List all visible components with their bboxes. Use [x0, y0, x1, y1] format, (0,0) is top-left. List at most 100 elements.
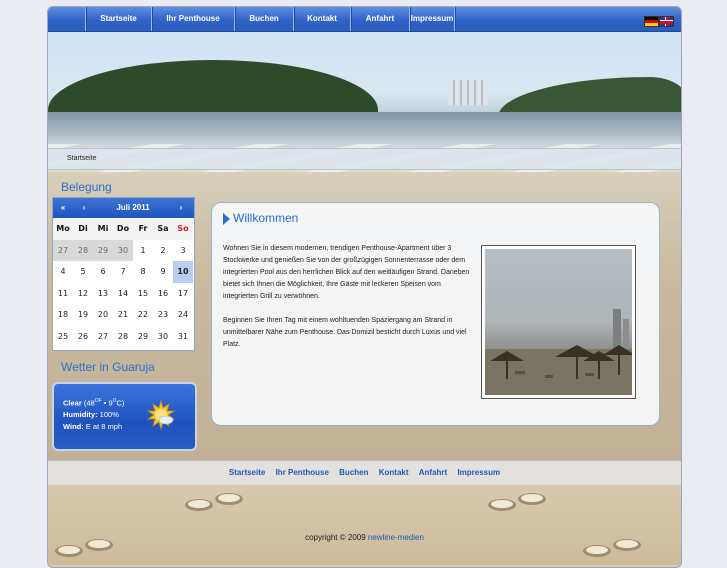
beach-photo-image — [485, 249, 632, 395]
calendar-day[interactable]: 29 — [133, 325, 153, 348]
calendar-month-title: Juli 2011 — [116, 203, 150, 212]
calendar-day[interactable]: 27 — [93, 325, 113, 348]
calendar-day[interactable]: 15 — [133, 282, 153, 305]
calendar-day[interactable]: 29 — [93, 239, 113, 262]
weekday-header: Fr — [133, 218, 153, 240]
calendar-header: « ‹ Juli 2011 › — [53, 198, 194, 218]
calendar-day[interactable]: 9 — [153, 261, 173, 283]
hill-shape — [48, 60, 378, 120]
booking-heading: Belegung — [61, 180, 112, 194]
weekday-header: Di — [73, 218, 93, 240]
beach-photo — [481, 245, 636, 399]
page-frame: Startseite Ihr Penthouse Buchen Kontakt … — [47, 6, 682, 568]
calendar-day[interactable]: 31 — [173, 325, 193, 348]
footprint-icon — [185, 493, 243, 511]
footer-link-buchen[interactable]: Buchen — [339, 468, 368, 477]
nav-ihr-penthouse[interactable]: Ihr Penthouse — [152, 7, 234, 31]
copyright-link[interactable]: newline-medien — [368, 533, 424, 542]
content-panel: Willkommen Wohnen Sie in diesem modernen… — [211, 202, 660, 426]
calendar-day[interactable]: 8 — [133, 261, 153, 283]
unit-f: OF — [94, 398, 102, 404]
booking-calendar: « ‹ Juli 2011 › Mo Di Mi Do Fr Sa So 27 28 29 30 1 2… — [52, 197, 195, 351]
nav-kontakt[interactable]: Kontakt — [294, 7, 350, 31]
weekday-header: Mo — [53, 218, 73, 240]
calendar-grid: Mo Di Mi Do Fr Sa So 27 28 29 30 1 2 3 4 5 6 7 8 9 10 11 12 13 1… — [53, 218, 194, 348]
nav-buchen[interactable]: Buchen — [235, 7, 293, 31]
weather-condition: Clear (48OF • 9OC) — [63, 398, 124, 408]
calendar-day[interactable]: 4 — [53, 261, 73, 283]
weather-temp-mid: • 9 — [101, 398, 113, 408]
weather-wind: Wind: E at 8 mph — [63, 422, 122, 431]
wind-label: Wind: — [63, 422, 84, 431]
weekday-header: So — [173, 218, 193, 240]
weekday-header: Mi — [93, 218, 113, 240]
calendar-day[interactable]: 21 — [113, 304, 133, 326]
german-flag-icon[interactable] — [644, 16, 659, 27]
footer-nav: Startseite Ihr Penthouse Buchen Kontakt … — [48, 460, 681, 485]
calendar-day[interactable]: 7 — [113, 261, 133, 283]
calendar-day[interactable]: 1 — [133, 239, 153, 262]
calendar-day[interactable]: 19 — [73, 304, 93, 326]
buildings-shape — [448, 80, 488, 105]
sun-cloud-icon — [146, 400, 176, 430]
calendar-day[interactable]: 28 — [73, 239, 93, 262]
calendar-day[interactable]: 3 — [173, 239, 193, 262]
nav-anfahrt[interactable]: Anfahrt — [351, 7, 409, 31]
calendar-day[interactable]: 13 — [93, 282, 113, 305]
wind-value: E at 8 mph — [83, 422, 123, 431]
title-arrow-icon — [223, 213, 230, 225]
nav-startseite[interactable]: Startseite — [86, 7, 151, 31]
weekday-header: Sa — [153, 218, 173, 240]
footer-link-kontakt[interactable]: Kontakt — [379, 468, 409, 477]
footer-link-ihr-penthouse[interactable]: Ihr Penthouse — [276, 468, 329, 477]
humidity-label: Humidity: — [63, 410, 98, 419]
next-month-button[interactable]: › — [174, 198, 188, 218]
beach-umbrellas-shape — [485, 309, 632, 395]
footprint-icon — [488, 493, 546, 511]
calendar-day[interactable]: 2 — [153, 239, 173, 262]
humidity-value: 100% — [97, 410, 119, 419]
calendar-day[interactable]: 20 — [93, 304, 113, 326]
nav-impressum[interactable]: Impressum — [410, 7, 454, 31]
footer-sand-image — [48, 485, 681, 565]
calendar-day[interactable]: 14 — [113, 282, 133, 305]
breadcrumb[interactable]: Startseite — [48, 148, 681, 170]
copyright: copyright © 2009 newline-medien — [48, 533, 681, 542]
calendar-day[interactable]: 26 — [73, 325, 93, 348]
uk-flag-icon[interactable] — [659, 16, 674, 27]
hill-shape — [498, 77, 681, 117]
footer-link-anfahrt[interactable]: Anfahrt — [419, 468, 447, 477]
calendar-day[interactable]: 25 — [53, 325, 73, 348]
weather-condition-label: Clear — [63, 398, 82, 408]
calendar-day[interactable]: 27 — [53, 239, 73, 262]
calendar-day[interactable]: 12 — [73, 282, 93, 305]
weather-temp-open: (48 — [81, 398, 95, 408]
weather-widget: Clear (48OF • 9OC) Humidity: 100% Wind: … — [52, 382, 197, 451]
prev-year-button[interactable]: « — [56, 198, 70, 218]
nav-separator — [454, 7, 455, 31]
calendar-day[interactable]: 22 — [133, 304, 153, 326]
top-nav: Startseite Ihr Penthouse Buchen Kontakt … — [48, 7, 681, 32]
calendar-day[interactable]: 11 — [53, 282, 73, 305]
weekday-header: Do — [113, 218, 133, 240]
calendar-day[interactable]: 18 — [53, 304, 73, 326]
walk-paragraph: Beginnen Sie Ihren Tag mit einem wohltue… — [223, 317, 467, 348]
prev-month-button[interactable]: ‹ — [77, 198, 91, 218]
welcome-heading: Willkommen — [233, 211, 299, 225]
calendar-day[interactable]: 23 — [153, 304, 173, 326]
weather-temp-close: C) — [116, 398, 125, 408]
weather-humidity: Humidity: 100% — [63, 410, 119, 419]
footer-link-startseite[interactable]: Startseite — [229, 468, 265, 477]
calendar-day[interactable]: 30 — [113, 239, 133, 262]
calendar-day[interactable]: 17 — [173, 282, 193, 305]
calendar-day[interactable]: 24 — [173, 304, 193, 326]
footer-link-impressum[interactable]: Impressum — [457, 468, 500, 477]
calendar-day[interactable]: 28 — [113, 325, 133, 348]
calendar-day[interactable]: 30 — [153, 325, 173, 348]
copyright-text: copyright © 2009 — [305, 533, 368, 542]
calendar-day[interactable]: 6 — [93, 261, 113, 283]
calendar-day[interactable]: 16 — [153, 282, 173, 305]
weather-heading: Wetter in Guaruja — [61, 360, 155, 374]
calendar-day[interactable]: 5 — [73, 261, 93, 283]
calendar-day[interactable]: 10 — [173, 261, 193, 283]
